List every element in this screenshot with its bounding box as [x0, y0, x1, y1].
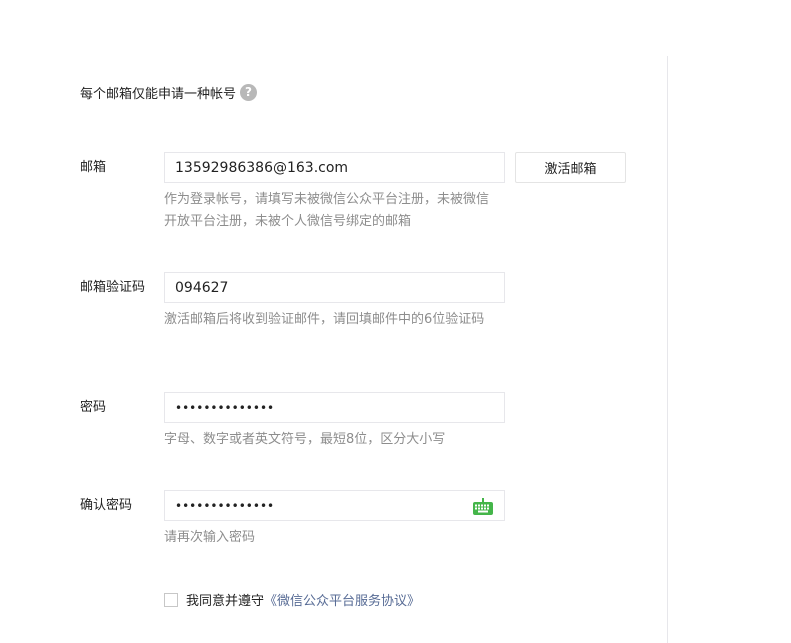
activate-email-button[interactable]: 激活邮箱 [515, 152, 626, 183]
email-notice: 每个邮箱仅能申请一种帐号 ? [80, 82, 258, 102]
password-input[interactable]: •••••••••••••• [164, 392, 505, 423]
verify-code-input[interactable]: 094627 [164, 272, 505, 303]
help-icon[interactable]: ? [240, 83, 258, 101]
confirm-password-label: 确认密码 [80, 498, 133, 513]
email-input[interactable]: 13592986386@163.com [164, 152, 505, 183]
agreement-row: 我同意并遵守 《微信公众平台服务协议》 [164, 590, 420, 609]
confirm-password-value: •••••••••••••• [175, 498, 275, 513]
agreement-checkbox[interactable] [164, 592, 178, 607]
register-form-page: 每个邮箱仅能申请一种帐号 ? 邮箱 13592986386@163.com 激活… [0, 0, 791, 643]
keyboard-icon[interactable] [473, 498, 493, 515]
confirm-password-tip: 请再次输入密码 [164, 530, 256, 545]
agreement-prefix: 我同意并遵守 [186, 594, 265, 609]
confirm-password-input[interactable]: •••••••••••••• [164, 490, 505, 521]
password-label: 密码 [80, 400, 107, 415]
email-tip: 作为登录帐号，请填写未被微信公众平台注册，未被微信开放平台注册，未被个人微信号绑… [164, 192, 490, 229]
vertical-divider [667, 56, 668, 643]
notice-text: 每个邮箱仅能申请一种帐号 [80, 86, 237, 102]
password-tip: 字母、数字或者英文符号，最短8位，区分大小写 [164, 432, 446, 447]
verify-code-label: 邮箱验证码 [80, 280, 146, 295]
email-label: 邮箱 [80, 160, 107, 175]
agreement-link[interactable]: 《微信公众平台服务协议》 [264, 590, 420, 609]
verify-code-tip: 激活邮箱后将收到验证邮件，请回填邮件中的6位验证码 [164, 312, 485, 327]
